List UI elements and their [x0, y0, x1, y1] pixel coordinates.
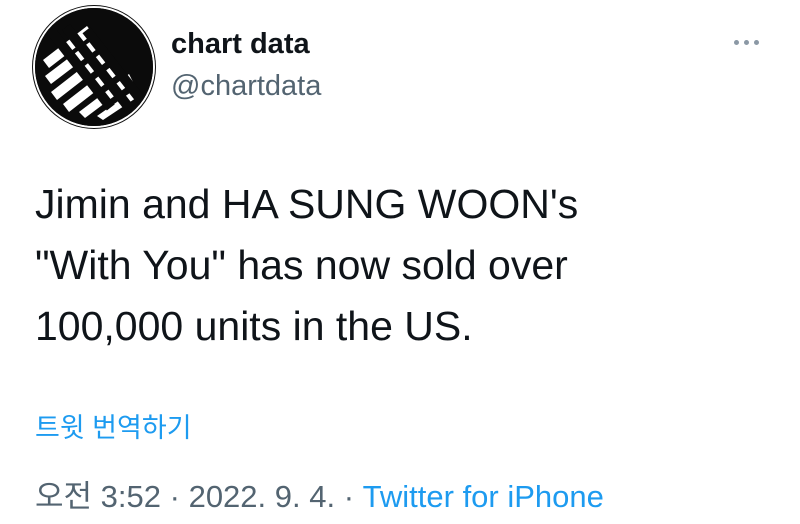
- author-display-name[interactable]: chart data: [171, 26, 310, 62]
- author-handle[interactable]: @chartdata: [171, 68, 321, 104]
- tweet-text-line: "With You" has now sold over: [35, 242, 568, 288]
- more-horizontal-icon: [733, 39, 739, 45]
- tweet-source-link[interactable]: Twitter for iPhone: [363, 479, 604, 514]
- separator: ·: [169, 479, 180, 514]
- tweet-text-line: 100,000 units in the US.: [35, 303, 473, 349]
- tweet-text-line: Jimin and HA SUNG WOON's: [35, 181, 579, 227]
- more-options-button[interactable]: [726, 30, 766, 54]
- avatar[interactable]: [35, 8, 153, 126]
- tweet-date[interactable]: 2022. 9. 4.: [189, 479, 336, 514]
- translate-tweet-link[interactable]: 트윗 번역하기: [35, 410, 192, 446]
- tweet-text: Jimin and HA SUNG WOON's "With You" has …: [35, 174, 775, 357]
- tweet-metadata: 오전 3:52 · 2022. 9. 4. · Twitter for iPho…: [35, 477, 604, 517]
- separator: ·: [343, 479, 355, 514]
- chart-data-logo-icon: [35, 8, 153, 126]
- tweet-time[interactable]: 오전 3:52: [35, 479, 161, 514]
